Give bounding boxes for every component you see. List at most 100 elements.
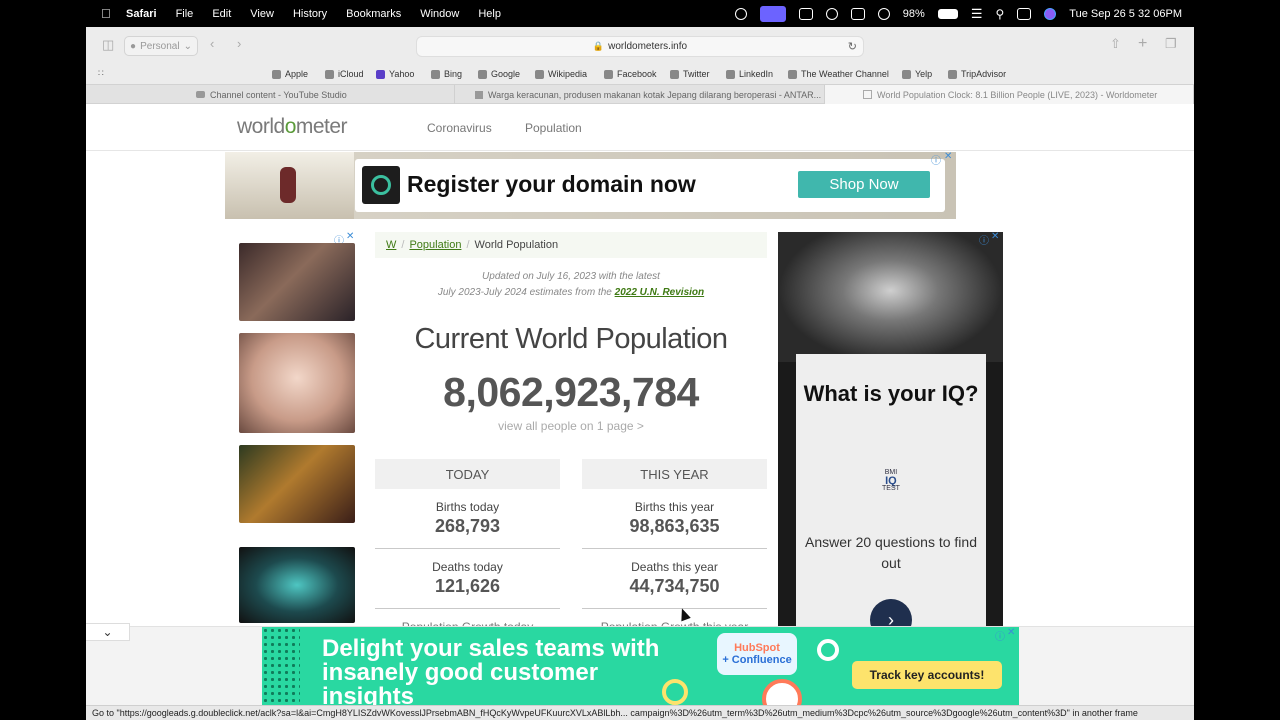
control-center-icon[interactable]	[1017, 7, 1032, 20]
favorite-apple[interactable]: Apple	[272, 69, 308, 79]
nav-population[interactable]: Population	[525, 121, 582, 135]
menubar-clock[interactable]: Tue Sep 26 5 32 06PM	[1069, 8, 1182, 20]
breadcrumb-population[interactable]: Population	[409, 239, 461, 251]
favorite-bing[interactable]: Bing	[431, 69, 462, 79]
battery-icon[interactable]	[937, 8, 958, 19]
favorite-icloud[interactable]: iCloud	[325, 69, 364, 79]
new-tab-icon[interactable]: +	[1138, 35, 1147, 53]
favorite-weather[interactable]: The Weather Channel	[788, 69, 889, 79]
favorite-label: TripAdvisor	[961, 69, 1007, 79]
logo-text: meter	[295, 115, 348, 138]
forward-icon[interactable]: ›	[237, 36, 241, 51]
favorite-yahoo[interactable]: Yahoo	[376, 69, 414, 79]
favorite-label: LinkedIn	[739, 69, 774, 79]
tab-overview-icon[interactable]: ❐	[1165, 36, 1177, 52]
adchoices-icon[interactable]: ⓘ	[979, 232, 989, 247]
info-icon[interactable]	[877, 7, 890, 20]
spotlight-search-icon[interactable]: ⚲	[995, 7, 1004, 21]
wifi-icon[interactable]: ☰	[971, 6, 983, 22]
ad-portrait-image	[778, 232, 1003, 362]
tab-antara[interactable]: Warga keracunan, produsen makanan kotak …	[455, 85, 825, 104]
stat-value: 268,793	[434, 516, 501, 536]
favorite-label: Facebook	[617, 69, 657, 79]
close-icon[interactable]: ✕	[991, 232, 999, 242]
hubspot-logo: HubSpot + Confluence	[717, 633, 797, 675]
reload-icon[interactable]: ↻	[848, 40, 857, 53]
tripadvisor-icon	[948, 69, 957, 79]
menu-help[interactable]: Help	[478, 8, 501, 20]
play-icon[interactable]	[825, 7, 838, 20]
favorite-google[interactable]: Google	[478, 69, 520, 79]
close-icon[interactable]: ✕	[346, 231, 354, 242]
favorite-tripadvisor[interactable]: TripAdvisor	[948, 69, 1006, 79]
menu-window[interactable]: Window	[420, 8, 459, 20]
menu-app-safari[interactable]: Safari	[126, 8, 157, 20]
births-this-year: Births this year 98,863,635	[582, 489, 767, 549]
close-icon[interactable]: ✕	[944, 151, 952, 162]
tab-bar: Channel content - YouTube Studio Warga k…	[86, 84, 1194, 104]
favorite-linkedin[interactable]: LinkedIn	[726, 69, 773, 79]
record-icon[interactable]	[734, 7, 747, 20]
menu-edit[interactable]: Edit	[212, 8, 231, 20]
breadcrumb-home[interactable]: W	[386, 239, 396, 251]
icloud-icon	[325, 69, 334, 79]
lock-icon: 🔒	[592, 41, 605, 51]
apple-menu-icon[interactable]: 	[101, 6, 111, 21]
profile-menu[interactable]: ● Personal ⌄	[124, 36, 198, 56]
ad-thumbnail[interactable]	[239, 547, 355, 623]
iq-logo: BMI IQ TEST	[882, 469, 900, 493]
hubspot-ad-headline: Delight your sales teams with insanely g…	[322, 635, 660, 710]
chevron-down-icon: ⌄	[183, 40, 192, 52]
favorites-bar: ∷ Apple iCloud Yahoo Bing Google Wikiped…	[86, 63, 1194, 85]
sidebar-toggle-icon[interactable]: ◫	[102, 37, 114, 53]
favorite-twitter[interactable]: Twitter	[670, 69, 710, 79]
population-clock: W / Population / World Population Update…	[375, 232, 767, 669]
back-icon[interactable]: ‹	[210, 36, 214, 51]
yahoo-icon	[376, 69, 385, 79]
favorite-yelp[interactable]: Yelp	[902, 69, 932, 79]
ad-thumbnail[interactable]	[239, 243, 355, 321]
globe-icon	[670, 69, 679, 79]
iq-card: What is your IQ? BMI IQ TEST Answer 20 q…	[796, 354, 986, 632]
tab-title: Channel content - YouTube Studio	[210, 89, 347, 100]
worldometer-logo[interactable]: worldometer	[237, 115, 348, 139]
update-line-2-text: July 2023-July 2024 estimates from the	[437, 287, 615, 298]
adchoices-icon[interactable]: ⓘ	[995, 628, 1005, 643]
keyboard-icon[interactable]	[798, 7, 813, 20]
stat-value: 121,626	[434, 576, 501, 596]
tab-youtube-studio[interactable]: Channel content - YouTube Studio	[86, 85, 455, 104]
close-icon[interactable]: ✕	[1007, 627, 1015, 638]
activity-icon[interactable]	[850, 7, 865, 20]
ad-banner-top[interactable]: Register your domain now Shop Now ⓘ ✕	[225, 151, 956, 219]
favorite-wikipedia[interactable]: Wikipedia	[535, 69, 587, 79]
menu-bookmarks[interactable]: Bookmarks	[346, 8, 401, 20]
iq-test-ad[interactable]: ⓘ ✕ What is your IQ? BMI IQ TEST Answer …	[778, 232, 1003, 632]
menu-history[interactable]: History	[293, 8, 327, 20]
iq-logo-main: IQ	[885, 475, 897, 487]
grid-icon[interactable]: ∷	[98, 68, 104, 79]
screen-share-icon[interactable]	[759, 5, 786, 22]
track-accounts-button[interactable]: Track key accounts!	[852, 661, 1002, 689]
tab-worldometer[interactable]: World Population Clock: 8.1 Billion Peop…	[825, 85, 1194, 104]
wikipedia-icon	[535, 69, 544, 79]
shop-now-button[interactable]: Shop Now	[798, 171, 930, 198]
ad-thumbnail[interactable]	[239, 333, 355, 433]
deaths-today: Deaths today 121,626	[375, 549, 560, 609]
siri-icon[interactable]	[1044, 7, 1057, 20]
left-ad-column[interactable]: ⓘ ✕	[238, 231, 356, 632]
nav-coronavirus[interactable]: Coronavirus	[427, 121, 492, 135]
adchoices-icon[interactable]: ⓘ	[931, 152, 941, 167]
favorite-facebook[interactable]: Facebook	[604, 69, 657, 79]
linkedin-icon	[726, 69, 735, 79]
logo-text: world	[237, 115, 285, 138]
youtube-icon	[196, 91, 205, 98]
un-revision-link[interactable]: 2022 U.N. Revision	[615, 287, 704, 298]
share-icon[interactable]: ⇧	[1110, 36, 1121, 52]
favorite-label: Apple	[285, 69, 309, 79]
ad-thumbnail[interactable]	[239, 445, 355, 523]
address-bar[interactable]: 🔒 worldometers.info ↻	[416, 36, 864, 57]
menu-view[interactable]: View	[250, 8, 274, 20]
chevron-down-icon[interactable]: ⌄	[86, 623, 130, 641]
menu-file[interactable]: File	[176, 8, 194, 20]
view-all-link[interactable]: view all people on 1 page >	[375, 419, 767, 433]
